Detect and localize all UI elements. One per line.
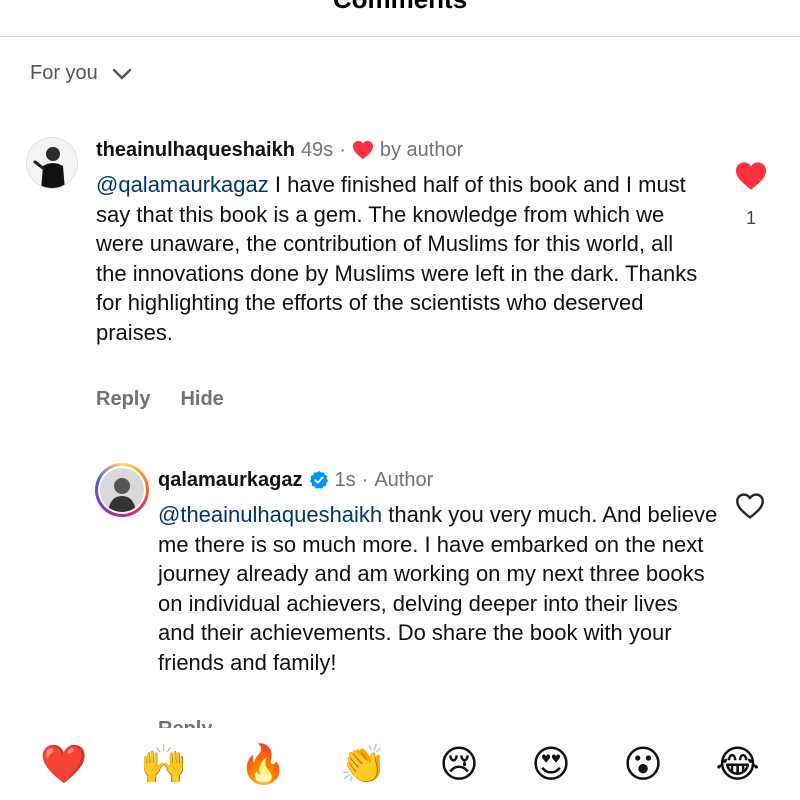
emoji-crying-face[interactable]: 😢 [439, 745, 479, 783]
emoji-raised-hands[interactable]: 🙌 [140, 745, 187, 783]
hide-button[interactable]: Hide [180, 388, 223, 411]
comment-meta: theainulhaqueshaikh 49s · by author [96, 136, 706, 164]
emoji-tears-of-joy[interactable]: 😂 [715, 745, 759, 783]
separator-dot: · [361, 469, 369, 491]
comment-body: thank you very much. And believe me ther… [158, 502, 718, 675]
header-divider [0, 36, 800, 37]
comment: theainulhaqueshaikh 49s · by author @qal… [96, 136, 706, 347]
comment-text: @theainulhaqueshaikh thank you very much… [158, 500, 718, 677]
avatar[interactable] [95, 463, 149, 517]
reply-button[interactable]: Reply [96, 388, 150, 411]
separator-dot: · [339, 139, 346, 161]
comment-actions: Reply Hide [96, 388, 224, 411]
like-button[interactable] [734, 492, 768, 525]
like-count: 1 [745, 208, 756, 228]
comment-mention[interactable]: @theainulhaqueshaikh [158, 502, 382, 527]
emoji-clapping-hands[interactable]: 👏 [339, 745, 386, 783]
liked-by-author-label: by author [379, 139, 464, 161]
comment-username[interactable]: qalamaurkagaz [158, 466, 303, 494]
reply-comment: qalamaurkagaz 1s · Author @theainulhaque… [158, 466, 718, 677]
more-icon[interactable]: ••• [725, 0, 760, 10]
chevron-down-icon [112, 68, 132, 79]
page-title: Comments [0, 0, 800, 15]
comment-mention[interactable]: @qalamaurkagaz [96, 172, 269, 197]
comments-screen: Comments ••• For you theainulhaqueshaikh… [0, 0, 800, 800]
comment-time: 49s [300, 139, 334, 161]
heart-outline-icon [736, 493, 764, 519]
comment-time: 1s [334, 469, 356, 491]
emoji-fire[interactable]: 🔥 [240, 745, 287, 783]
comment-text: @qalamaurkagaz I have finished half of t… [96, 170, 706, 347]
emoji-heart[interactable]: ❤️ [40, 745, 87, 783]
emoji-reaction-bar: ❤️ 🙌 🔥 👏 😢 😍 😮 😂 [0, 728, 800, 800]
comment-meta: qalamaurkagaz 1s · Author [158, 466, 718, 494]
avatar[interactable] [26, 137, 78, 189]
emoji-heart-eyes[interactable]: 😍 [531, 745, 571, 783]
comment-username[interactable]: theainulhaqueshaikh [96, 136, 295, 164]
comment-body: I have finished half of this book and I … [96, 172, 698, 345]
like-button[interactable]: 1 [734, 161, 768, 229]
heart-filled-icon [736, 162, 766, 190]
verified-badge-icon [309, 470, 329, 490]
heart-filled-icon [352, 140, 373, 160]
sort-dropdown[interactable]: For you [30, 62, 132, 85]
sort-label: For you [30, 62, 98, 84]
author-label: Author [374, 469, 434, 491]
emoji-surprised-face[interactable]: 😮 [623, 745, 663, 783]
